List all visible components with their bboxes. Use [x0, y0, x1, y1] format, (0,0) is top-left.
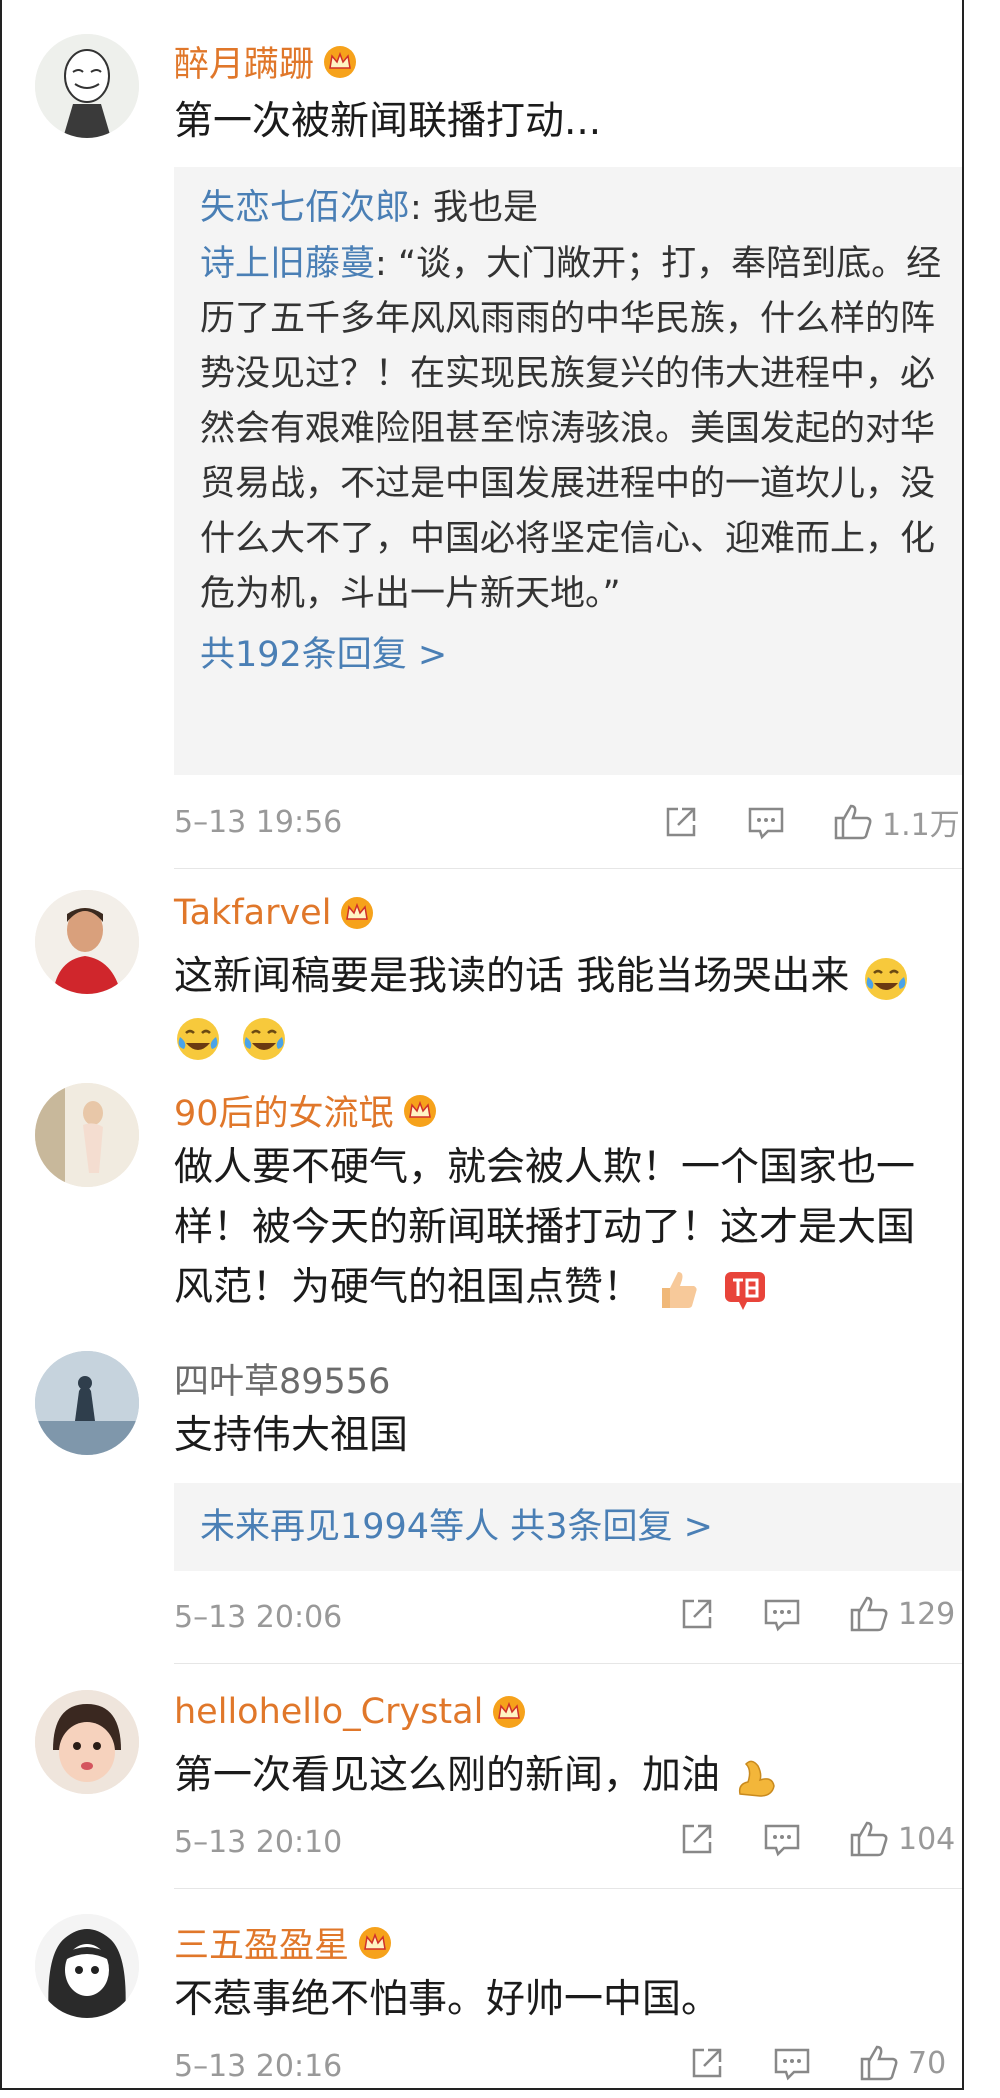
share-icon: [692, 2048, 722, 2078]
timestamp: 5–13 20:06: [174, 1600, 343, 1635]
comment-text: 支持伟大祖国: [174, 1413, 409, 1458]
crown-badge-icon: [341, 897, 374, 929]
username[interactable]: 醉月蹒跚: [174, 36, 358, 87]
username-text: 醉月蹒跚: [174, 45, 315, 85]
divider: [174, 1663, 962, 1664]
like-button[interactable]: 1.1万: [832, 800, 960, 844]
comment-button[interactable]: [772, 2044, 812, 2082]
username[interactable]: 90后的女流氓: [174, 1085, 438, 1136]
comment-text-content: 第一次看见这么刚的新闻，加油: [174, 1753, 721, 1798]
thumbs-up-icon: [860, 2045, 898, 2081]
reply-separator: :: [375, 244, 398, 284]
reply-separator: :: [410, 188, 433, 228]
share-button[interactable]: [662, 803, 700, 841]
crown-badge-icon: [493, 1696, 526, 1728]
more-replies-link[interactable]: 共192条回复 >: [200, 628, 962, 683]
username[interactable]: 三五盈盈星: [174, 1917, 393, 1968]
share-button[interactable]: [678, 1820, 716, 1858]
avatar[interactable]: [35, 1351, 139, 1455]
reply-item[interactable]: 失恋七佰次郎: 我也是: [200, 181, 962, 236]
crying-laughing-emoji-icon: [243, 1017, 286, 1060]
share-icon: [666, 807, 696, 837]
crying-laughing-emoji-icon: [864, 957, 907, 1000]
flexed-biceps-emoji-icon: [739, 1760, 776, 1797]
like-count: 129: [898, 1596, 956, 1632]
comment-icon: [764, 1599, 800, 1632]
reply-author[interactable]: 诗上旧藤蔓: [200, 244, 375, 284]
comment-actions: 129: [678, 1594, 955, 1634]
comment-text: 不惹事绝不怕事。好帅一中国。: [174, 1977, 721, 2022]
thumbs-up-icon: [850, 1821, 888, 1857]
username-text: Takfarvel: [174, 893, 332, 933]
divider: [174, 868, 962, 869]
like-button[interactable]: 70: [858, 2043, 946, 2083]
comment-button[interactable]: [762, 1595, 802, 1633]
timestamp: 5–13 19:56: [174, 805, 343, 840]
username[interactable]: 四叶草89556: [174, 1353, 390, 1404]
comment-text: 这新闻稿要是我读的话 我能当场哭出来: [174, 947, 944, 1067]
comment-actions: 104: [678, 1819, 955, 1859]
crown-badge-icon: [359, 1926, 392, 1959]
avatar[interactable]: [35, 34, 139, 138]
avatar[interactable]: [35, 890, 139, 994]
thumbs-up-icon: [834, 804, 872, 840]
comment-actions: 1.1万: [662, 800, 960, 844]
username-text: 90后的女流氓: [174, 1094, 394, 1134]
more-replies-link[interactable]: 未来再见1994等人 共3条回复 >: [200, 1507, 713, 1547]
crying-laughing-emoji-icon: [177, 1017, 219, 1060]
username[interactable]: Takfarvel: [174, 893, 375, 933]
like-count: 1.1万: [882, 808, 960, 843]
timestamp: 5–13 20:10: [174, 1825, 343, 1860]
timestamp: 5–13 20:16: [174, 2049, 343, 2084]
reply-text: “谈，大门敞开；打，奉陪到底。经历了五千多年风风雨雨的中华民族，什么样的阵势没见…: [200, 244, 942, 614]
share-button[interactable]: [688, 2044, 726, 2082]
comment-icon: [764, 1824, 800, 1857]
share-button[interactable]: [678, 1595, 716, 1633]
username-text: hellohello_Crystal: [174, 1692, 484, 1732]
thumbs-up-icon: [850, 1596, 888, 1632]
avatar[interactable]: [35, 1690, 139, 1794]
comment-text-content: 这新闻稿要是我读的话 我能当场哭出来: [174, 954, 850, 999]
comment-icon: [748, 807, 784, 840]
share-icon: [682, 1599, 712, 1629]
divider: [174, 1888, 962, 1889]
comment-text: 第一次被新闻联播打动...: [174, 99, 602, 144]
add-oil-emoji-icon: [724, 1271, 765, 1310]
reply-author[interactable]: 失恋七佰次郎: [200, 188, 410, 228]
like-button[interactable]: 104: [848, 1819, 955, 1859]
comment-icon: [774, 2048, 810, 2081]
reply-item[interactable]: 诗上旧藤蔓: “谈，大门敞开；打，奉陪到底。经历了五千多年风风雨雨的中华民族，什…: [200, 237, 962, 622]
comment-button[interactable]: [762, 1820, 802, 1858]
crown-badge-icon: [403, 1094, 436, 1127]
comment-text: 做人要不硬气，就会被人欺！一个国家也一样！被今天的新闻联播打动了！这才是大国风范…: [174, 1138, 944, 1318]
share-icon: [682, 1824, 712, 1854]
thumbs-up-emoji-icon: [662, 1271, 698, 1308]
comment-button[interactable]: [746, 803, 786, 841]
like-button[interactable]: 129: [848, 1594, 955, 1634]
reply-box[interactable]: 未来再见1994等人 共3条回复 >: [174, 1483, 962, 1571]
avatar[interactable]: [35, 1083, 139, 1187]
reply-box[interactable]: 失恋七佰次郎: 我也是 诗上旧藤蔓: “谈，大门敞开；打，奉陪到底。经历了五千多…: [174, 167, 962, 775]
avatar[interactable]: [35, 1914, 139, 2018]
comment-actions: 70: [688, 2043, 946, 2083]
crown-badge-icon: [324, 45, 357, 78]
username-text: 三五盈盈星: [174, 1926, 350, 1966]
comment-list: 醉月蹒跚 第一次被新闻联播打动... 失恋七佰次郎: 我也是 诗上旧藤蔓: “谈…: [0, 0, 964, 2090]
like-count: 70: [908, 2045, 947, 2081]
comment-text: 第一次看见这么刚的新闻，加油: [174, 1746, 944, 1806]
username-text: 四叶草89556: [174, 1362, 391, 1402]
comment-text-content: 做人要不硬气，就会被人欺！一个国家也一样！被今天的新闻联播打动了！这才是大国风范…: [174, 1145, 916, 1310]
like-count: 104: [898, 1821, 956, 1857]
reply-text: 我也是: [432, 188, 538, 228]
username[interactable]: hellohello_Crystal: [174, 1692, 527, 1732]
